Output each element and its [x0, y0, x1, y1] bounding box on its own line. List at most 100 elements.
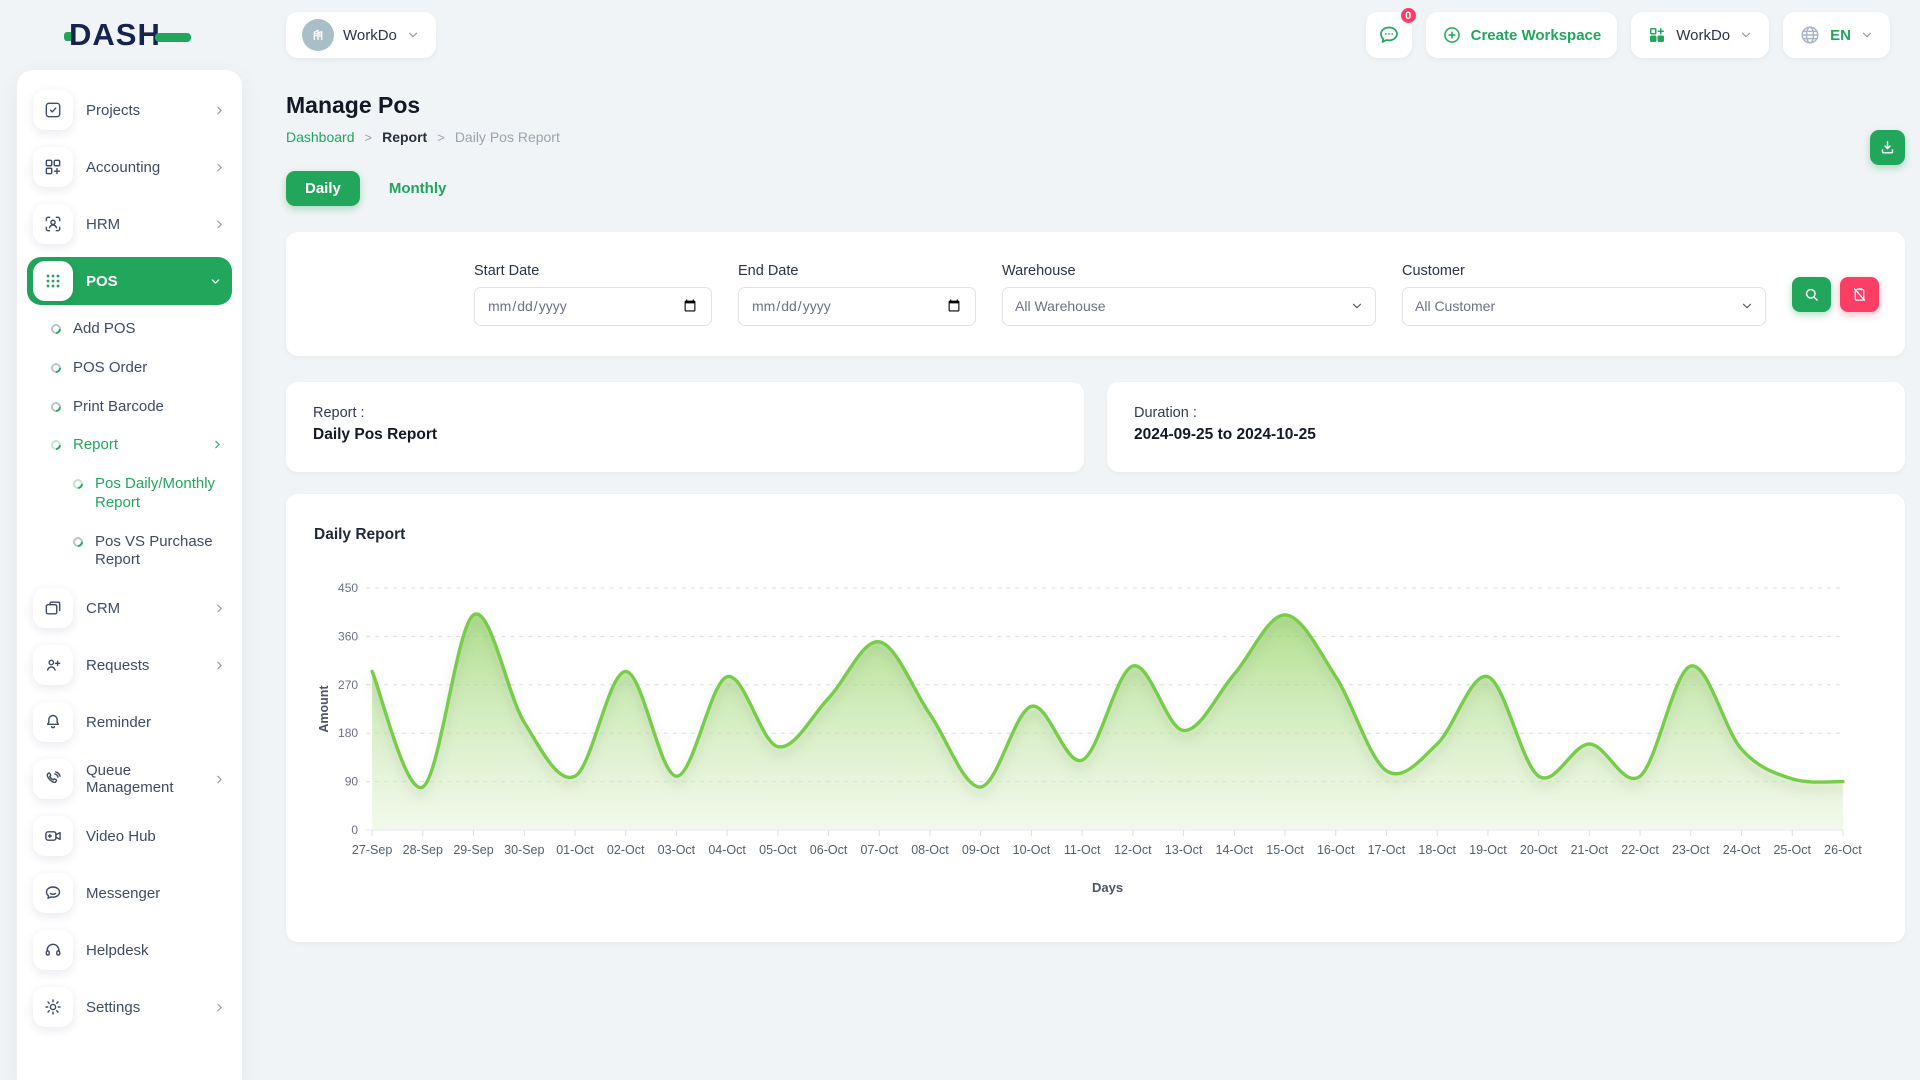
sidebar-item-crm[interactable]: CRM — [27, 584, 232, 632]
sidebar-item-hrm[interactable]: HRM — [27, 200, 232, 248]
sidebar-item-projects[interactable]: Projects — [27, 86, 232, 134]
sidebar-item-label: HRM — [86, 216, 120, 233]
workdo-dropdown[interactable]: WorkDo — [1631, 12, 1769, 58]
workdo-dropdown-label: WorkDo — [1676, 27, 1730, 44]
customer-select[interactable]: All Customer — [1402, 287, 1766, 326]
sidebar-item-pos-order[interactable]: POS Order — [27, 353, 232, 384]
grid-plus-icon — [1647, 25, 1667, 45]
chevron-down-icon — [1739, 28, 1753, 42]
svg-text:26-Oct: 26-Oct — [1824, 843, 1862, 857]
svg-text:360: 360 — [338, 629, 358, 643]
bullet-ring-icon — [49, 438, 63, 452]
download-icon — [1879, 139, 1896, 156]
bullet-ring-icon — [49, 322, 63, 336]
sidebar-item-print-barcode[interactable]: Print Barcode — [27, 392, 232, 423]
svg-text:13-Oct: 13-Oct — [1165, 843, 1203, 857]
download-report-button[interactable] — [1870, 130, 1905, 165]
tab-monthly[interactable]: Monthly — [370, 171, 466, 206]
sidebar-item-helpdesk[interactable]: Helpdesk — [27, 926, 232, 974]
sidebar-item-report[interactable]: Report — [27, 430, 232, 461]
chevron-right-icon — [213, 602, 226, 615]
svg-text:90: 90 — [345, 775, 359, 789]
sidebar-item-pos[interactable]: POS — [27, 257, 232, 305]
svg-text:Amount: Amount — [317, 685, 331, 733]
sidebar-item-label: Projects — [86, 102, 140, 119]
create-workspace-button[interactable]: Create Workspace — [1426, 12, 1618, 58]
svg-text:22-Oct: 22-Oct — [1621, 843, 1659, 857]
svg-text:19-Oct: 19-Oct — [1469, 843, 1507, 857]
video-camera-icon — [33, 816, 73, 856]
plus-circle-icon — [1442, 25, 1462, 45]
breadcrumb: Dashboard > Report > Daily Pos Report — [286, 129, 1905, 145]
workspace-label: WorkDo — [343, 27, 397, 44]
breadcrumb-current: Daily Pos Report — [455, 129, 560, 145]
chevron-right-icon — [213, 773, 226, 786]
sidebar-item-video-hub[interactable]: Video Hub — [27, 812, 232, 860]
start-date-input[interactable] — [474, 287, 712, 326]
filter-panel: Start Date End Date Warehouse All Wareho… — [286, 232, 1905, 356]
end-date-input[interactable] — [738, 287, 976, 326]
sidebar-item-messenger[interactable]: Messenger — [27, 869, 232, 917]
svg-text:11-Oct: 11-Oct — [1064, 843, 1101, 857]
svg-text:20-Oct: 20-Oct — [1520, 843, 1558, 857]
search-icon — [1803, 286, 1820, 303]
sidebar-item-accounting[interactable]: Accounting — [27, 143, 232, 191]
messages-badge: 0 — [1399, 6, 1418, 25]
sidebar-item-queue-management[interactable]: Queue Management — [27, 755, 232, 803]
report-card-value: Daily Pos Report — [313, 426, 1057, 444]
clipboard-slash-icon — [1851, 286, 1868, 303]
chevron-right-icon — [213, 161, 226, 174]
svg-text:28-Sep: 28-Sep — [403, 843, 443, 857]
apply-filter-button[interactable] — [1792, 277, 1831, 312]
sidebar-item-add-pos[interactable]: Add POS — [27, 314, 232, 345]
tab-daily[interactable]: Daily — [286, 171, 360, 206]
bullet-ring-icon — [49, 399, 63, 413]
svg-text:14-Oct: 14-Oct — [1216, 843, 1254, 857]
sidebar-item-label: Queue Management — [86, 762, 200, 796]
cards-icon — [33, 588, 73, 628]
language-selector[interactable]: EN — [1783, 12, 1890, 58]
sidebar-item-label: Print Barcode — [73, 398, 164, 417]
warehouse-select[interactable]: All Warehouse — [1002, 287, 1376, 326]
sidebar-item-settings[interactable]: Settings — [27, 983, 232, 1031]
workspace-selector[interactable]: WorkDo — [286, 12, 436, 58]
report-card: Report : Daily Pos Report — [286, 382, 1084, 472]
chevron-down-icon — [406, 28, 420, 42]
person-plus-icon — [33, 645, 73, 685]
phone-call-icon — [33, 759, 73, 799]
sidebar-item-requests[interactable]: Requests — [27, 641, 232, 689]
chevron-right-icon — [211, 438, 224, 451]
reset-filter-button[interactable] — [1840, 277, 1879, 312]
customer-field: Customer All Customer — [1402, 263, 1766, 326]
svg-text:27-Sep: 27-Sep — [352, 843, 392, 857]
duration-card-value: 2024-09-25 to 2024-10-25 — [1134, 426, 1878, 444]
sidebar-item-label: POS Order — [73, 359, 147, 378]
breadcrumb-dashboard[interactable]: Dashboard — [286, 129, 355, 145]
sidebar: Projects Accounting HRM POS Add POS POS … — [17, 70, 242, 1080]
svg-text:21-Oct: 21-Oct — [1571, 843, 1609, 857]
svg-text:29-Sep: 29-Sep — [453, 843, 493, 857]
customer-label: Customer — [1402, 263, 1766, 279]
headset-icon — [33, 930, 73, 970]
svg-text:Days: Days — [1092, 880, 1123, 895]
breadcrumb-report[interactable]: Report — [382, 129, 427, 145]
sidebar-item-reminder[interactable]: Reminder — [27, 698, 232, 746]
chevron-right-icon — [213, 218, 226, 231]
svg-text:05-Oct: 05-Oct — [759, 843, 797, 857]
sidebar-item-pos-vs-purchase-report[interactable]: Pos VS Purchase Report — [27, 527, 232, 577]
grid-plus-icon — [33, 147, 73, 187]
chevron-right-icon — [213, 104, 226, 117]
sidebar-item-label: Messenger — [86, 885, 160, 902]
chevron-right-icon — [213, 1001, 226, 1014]
page-title: Manage Pos — [286, 92, 1905, 119]
end-date-field: End Date — [738, 263, 976, 326]
messages-button[interactable]: 0 — [1366, 12, 1412, 58]
sidebar-item-label: Pos VS Purchase Report — [95, 533, 224, 571]
dots-grid-icon — [33, 261, 73, 301]
svg-text:01-Oct: 01-Oct — [556, 843, 594, 857]
gear-icon — [33, 987, 73, 1027]
sidebar-item-pos-daily-monthly-report[interactable]: Pos Daily/Monthly Report — [27, 469, 232, 519]
globe-icon — [1799, 24, 1821, 46]
report-card-label: Report : — [313, 405, 1057, 421]
report-period-tabs: Daily Monthly — [286, 171, 1905, 206]
